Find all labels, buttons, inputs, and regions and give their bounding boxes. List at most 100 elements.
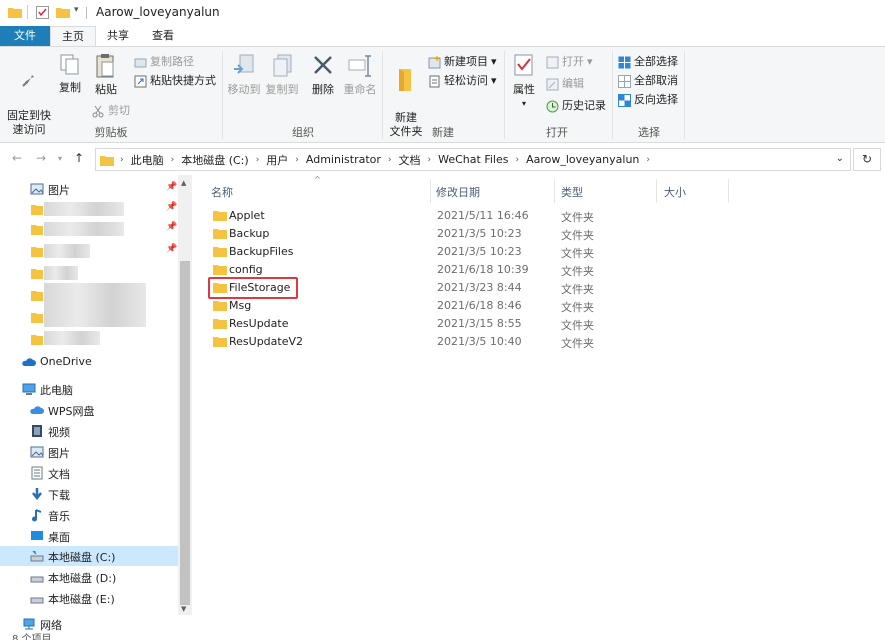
nav-item-blurred[interactable] (0, 263, 178, 283)
refresh-button[interactable]: ↻ (853, 148, 881, 171)
edit-button[interactable]: 编辑 (546, 76, 584, 92)
tab-view[interactable]: 查看 (140, 26, 186, 46)
address-bar[interactable]: › 此电脑 › 本地磁盘 (C:) › 用户 › Administrator ›… (95, 148, 851, 171)
column-header-name[interactable]: 名称 (211, 184, 233, 200)
nav-item-blurred[interactable] (0, 283, 178, 305)
table-row[interactable]: Applet 2021/5/11 16:46 文件夹 (208, 207, 868, 225)
table-row[interactable]: ResUpdate 2021/3/15 8:55 文件夹 (208, 315, 868, 333)
copy-to-label: 复制到 (265, 83, 299, 96)
breadcrumb-this-pc[interactable]: 此电脑 (131, 152, 164, 168)
pin-icon (22, 69, 34, 87)
nav-item-pictures-quick[interactable]: 图片 📌 (0, 179, 178, 199)
breadcrumb-administrator[interactable]: Administrator (306, 153, 381, 166)
file-name: Applet (229, 209, 265, 222)
recent-locations-chevron-icon[interactable]: ▾ (58, 154, 62, 163)
nav-item-blurred[interactable] (0, 329, 178, 349)
copy-path-button[interactable]: 复制路径 (134, 54, 194, 70)
up-arrow-icon[interactable]: ↑ (74, 151, 84, 165)
nav-item-pictures[interactable]: 图片 (0, 442, 178, 462)
breadcrumb-chevron-icon[interactable]: › (256, 155, 260, 165)
copy-button[interactable]: 复制 (56, 53, 84, 95)
nav-item-disk-c[interactable]: 本地磁盘 (C:) (0, 546, 178, 566)
table-row[interactable]: FileStorage 2021/3/23 8:44 文件夹 (208, 279, 868, 297)
cut-button[interactable]: 剪切 (92, 103, 130, 119)
breadcrumb-wechat-files[interactable]: WeChat Files (438, 153, 508, 166)
nav-item-onedrive[interactable]: OneDrive (0, 352, 178, 372)
paste-shortcut-icon (134, 75, 147, 87)
folder-icon[interactable] (8, 6, 22, 18)
breadcrumb-users[interactable]: 用户 (266, 152, 288, 168)
column-header-type[interactable]: 类型 (561, 184, 583, 200)
table-row[interactable]: Msg 2021/6/18 8:46 文件夹 (208, 297, 868, 315)
properties-icon[interactable] (36, 6, 49, 19)
pin-icon[interactable]: 📌 (166, 222, 177, 232)
file-name: config (229, 263, 263, 276)
nav-item-wps[interactable]: WPS网盘 (0, 400, 178, 420)
tab-file[interactable]: 文件 (0, 26, 50, 46)
file-date: 2021/3/15 8:55 (437, 317, 522, 330)
nav-item-videos[interactable]: 视频 (0, 421, 178, 441)
nav-item-documents[interactable]: 文档 (0, 463, 178, 483)
properties-button[interactable]: 属性 ▾ (508, 53, 540, 111)
breadcrumb-current-folder[interactable]: Aarow_loveyanyalun (526, 153, 639, 166)
nav-item-downloads[interactable]: 下载 (0, 484, 178, 504)
forward-arrow-icon[interactable]: → (36, 151, 46, 165)
breadcrumb-chevron-icon[interactable]: › (171, 155, 175, 165)
pin-icon[interactable]: 📌 (166, 182, 177, 192)
open-icon (546, 56, 559, 68)
file-date: 2021/3/5 10:40 (437, 335, 522, 348)
select-all-button[interactable]: 全部选择 (618, 54, 678, 70)
invert-selection-button[interactable]: 反向选择 (618, 92, 678, 108)
nav-item-blurred[interactable] (0, 305, 178, 327)
nav-item-this-pc[interactable]: 此电脑 (0, 379, 178, 399)
easy-access-button[interactable]: 轻松访问 ▾ (428, 73, 497, 89)
scroll-down-arrow-icon[interactable]: ▼ (181, 605, 186, 613)
nav-scrollbar-thumb[interactable] (180, 261, 190, 605)
breadcrumb-chevron-icon[interactable]: › (428, 155, 432, 165)
column-header-date[interactable]: 修改日期 (436, 184, 480, 200)
paste-button[interactable]: 粘贴 (90, 53, 122, 97)
table-row[interactable]: ResUpdateV2 2021/3/5 10:40 文件夹 (208, 333, 868, 351)
breadcrumb-chevron-icon[interactable]: › (295, 155, 299, 165)
nav-item-disk-d[interactable]: 本地磁盘 (D:) (0, 567, 178, 587)
paste-shortcut-button[interactable]: 粘贴快捷方式 (134, 73, 216, 89)
folder-icon (213, 247, 227, 257)
history-button[interactable]: 历史记录 (546, 98, 606, 114)
scroll-up-arrow-icon[interactable]: ▲ (181, 179, 186, 187)
breadcrumb-disk-c[interactable]: 本地磁盘 (C:) (181, 152, 248, 168)
nav-item-blurred[interactable]: 📌 (0, 241, 178, 261)
cut-label: 剪切 (108, 104, 130, 117)
tab-home[interactable]: 主页 (50, 26, 96, 47)
pin-icon[interactable]: 📌 (166, 244, 177, 254)
breadcrumb-chevron-icon[interactable]: › (120, 155, 124, 165)
column-header-size[interactable]: 大小 (664, 184, 686, 200)
nav-item-desktop[interactable]: 桌面 (0, 526, 178, 546)
table-row[interactable]: BackupFiles 2021/3/5 10:23 文件夹 (208, 243, 868, 261)
file-type: 文件夹 (561, 265, 594, 278)
breadcrumb-chevron-icon[interactable]: › (646, 155, 650, 165)
tab-share[interactable]: 共享 (96, 26, 140, 46)
breadcrumb-chevron-icon[interactable]: › (388, 155, 392, 165)
table-row[interactable]: config 2021/6/18 10:39 文件夹 (208, 261, 868, 279)
new-item-button[interactable]: 新建项目 ▾ (428, 54, 497, 70)
copy-to-button[interactable]: 复制到 (264, 53, 300, 97)
address-dropdown-icon[interactable]: ⌄ (836, 153, 844, 164)
table-row[interactable]: Backup 2021/3/5 10:23 文件夹 (208, 225, 868, 243)
nav-item-disk-e[interactable]: 本地磁盘 (E:) (0, 588, 178, 608)
rename-button[interactable]: 重命名 (342, 53, 378, 97)
new-folder-icon[interactable] (56, 6, 70, 18)
pin-quick-access-button[interactable]: 固定到快 速访问 (6, 53, 52, 137)
pin-icon[interactable]: 📌 (166, 202, 177, 212)
nav-item-music[interactable]: 音乐 (0, 505, 178, 525)
nav-item-blurred[interactable]: 📌 (0, 199, 178, 219)
breadcrumb-chevron-icon[interactable]: › (515, 155, 519, 165)
delete-button[interactable]: 删除 (308, 53, 338, 97)
breadcrumb-documents[interactable]: 文档 (399, 152, 421, 168)
select-none-button[interactable]: 全部取消 (618, 73, 678, 89)
nav-item-blurred[interactable]: 📌 (0, 219, 178, 239)
quick-access-toolbar-dropdown[interactable]: ▾ (74, 5, 79, 15)
open-button[interactable]: 打开 ▾ (546, 54, 593, 70)
organize-group-label: 组织 (292, 126, 314, 139)
move-to-button[interactable]: 移动到 (226, 53, 262, 97)
back-arrow-icon[interactable]: ← (12, 151, 22, 165)
